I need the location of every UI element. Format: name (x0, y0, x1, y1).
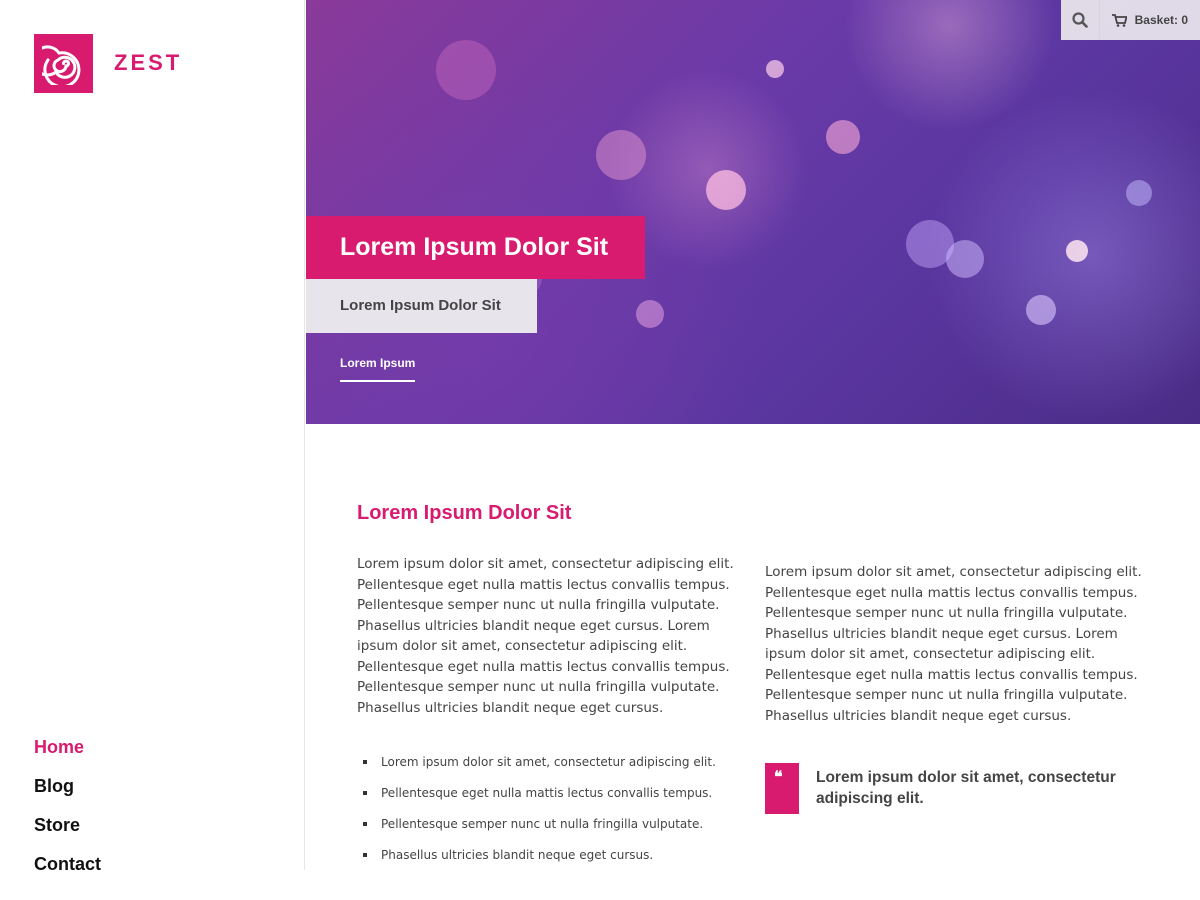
quote-icon: ❝ (765, 763, 799, 814)
paragraph-right: Lorem ipsum dolor sit amet, consectetur … (765, 564, 1142, 724)
bokeh-light (636, 300, 664, 328)
bokeh-light (436, 40, 496, 100)
sidebar: ZEST Home Blog Store Contact (0, 0, 305, 874)
bokeh-light (596, 130, 646, 180)
list-item-text: Pellentesque semper nunc ut nulla fringi… (381, 817, 704, 831)
nav-item-home[interactable]: Home (34, 735, 101, 774)
basket-label: Basket: 0 (1134, 13, 1188, 27)
nav-item-contact[interactable]: Contact (34, 852, 101, 891)
bokeh-light (766, 60, 784, 78)
hero-subtitle: Lorem Ipsum Dolor Sit (306, 279, 537, 333)
quote-mark: ❝ (774, 767, 783, 786)
main-nav: Home Blog Store Contact (34, 735, 101, 891)
nav-item-store[interactable]: Store (34, 813, 101, 852)
bokeh-light (1026, 295, 1056, 325)
bokeh-light (1126, 180, 1152, 206)
search-button[interactable] (1061, 0, 1100, 40)
list-item: Phasellus ultricies blandit neque eget c… (363, 845, 716, 876)
list-item-text: Phasellus ultricies blandit neque eget c… (381, 848, 654, 862)
nav-item-blog[interactable]: Blog (34, 774, 101, 813)
list-item: Pellentesque eget nulla mattis lectus co… (363, 783, 716, 814)
search-icon (1072, 12, 1088, 28)
shopping-cart-icon (1111, 13, 1127, 27)
utility-bar: Basket: 0 (1060, 0, 1200, 40)
bullet-icon (363, 791, 367, 795)
bokeh-light (946, 240, 984, 278)
paragraph-left: Lorem ipsum dolor sit amet, consectetur … (357, 556, 734, 716)
hero-title: Lorem Ipsum Dolor Sit (306, 216, 645, 279)
hero-banner: Basket: 0 Lorem Ipsum Dolor Sit Lorem Ip… (306, 0, 1200, 424)
hero-link[interactable]: Lorem Ipsum (340, 356, 416, 382)
list-item-text: Pellentesque eget nulla mattis lectus co… (381, 786, 713, 800)
bullet-icon (363, 760, 367, 764)
basket-button[interactable]: Basket: 0 (1100, 0, 1200, 40)
brand-name[interactable]: ZEST (114, 50, 182, 76)
spiral-icon (42, 45, 81, 85)
bullet-icon (363, 822, 367, 826)
bokeh-light (706, 170, 746, 210)
content-heading: Lorem Ipsum Dolor Sit (357, 502, 572, 524)
list-item-text: Lorem ipsum dolor sit amet, consectetur … (381, 755, 716, 769)
bullet-list: Lorem ipsum dolor sit amet, consectetur … (363, 752, 716, 876)
list-item: Pellentesque semper nunc ut nulla fringi… (363, 814, 716, 845)
blockquote-text: Lorem ipsum dolor sit amet, consectetur … (816, 769, 1116, 807)
logo-spiral-icon[interactable] (34, 34, 93, 93)
bokeh-light (826, 120, 860, 154)
bokeh-light (1066, 240, 1088, 262)
list-item: Lorem ipsum dolor sit amet, consectetur … (363, 752, 716, 783)
bullet-icon (363, 853, 367, 857)
